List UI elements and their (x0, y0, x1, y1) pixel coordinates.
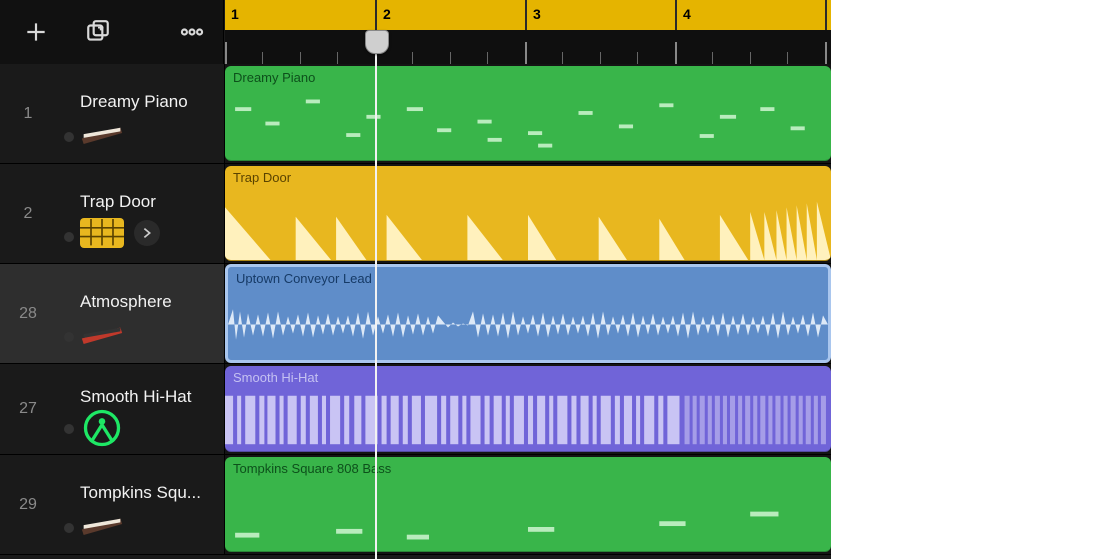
track-number: 1 (24, 105, 33, 123)
track-name: Smooth Hi-Hat (80, 387, 220, 407)
keyboard-red-icon (80, 318, 124, 348)
track-header[interactable]: 28 Atmosphere (0, 264, 224, 364)
track-name: Trap Door (80, 192, 220, 212)
keyboard-piano-icon (80, 118, 124, 148)
bar-marker[interactable]: 1 (225, 0, 375, 30)
drum-green-icon (80, 413, 124, 443)
region-label: Smooth Hi-Hat (233, 370, 318, 385)
bar-number: 2 (383, 6, 391, 22)
arrange-area[interactable]: Dreamy Piano (225, 64, 831, 559)
track-disclosure-button[interactable] (134, 220, 160, 246)
bar-ruler[interactable]: 1 2 3 4 (225, 0, 831, 32)
automation-dot[interactable] (64, 332, 74, 342)
track-header[interactable]: 1 Dreamy Piano (0, 64, 224, 164)
audio-region[interactable]: Uptown Conveyor Lead (225, 264, 831, 363)
playhead-knob[interactable] (365, 30, 389, 54)
automation-dot[interactable] (64, 132, 74, 142)
grid-yellow-icon (80, 218, 124, 248)
blank-area (831, 0, 1107, 559)
bar-marker[interactable]: 3 (525, 0, 675, 30)
track-name: Dreamy Piano (80, 92, 220, 112)
bar-marker[interactable]: 4 (675, 0, 825, 30)
bar-marker[interactable]: 2 (375, 0, 525, 30)
track-name: Atmosphere (80, 292, 220, 312)
track-number: 28 (19, 305, 37, 323)
track-headers: 1 Dreamy Piano 2 Trap Door (0, 64, 225, 555)
playhead[interactable] (375, 30, 377, 559)
track-toolbar (0, 0, 224, 64)
track-number: 27 (19, 400, 37, 418)
duplicate-track-button[interactable] (82, 16, 114, 48)
automation-dot[interactable] (64, 232, 74, 242)
track-number: 29 (19, 496, 37, 514)
midi-region[interactable]: Tompkins Square 808 Bass (225, 457, 831, 552)
midi-region[interactable]: Dreamy Piano (225, 66, 831, 161)
track-name: Tompkins Squ... (80, 483, 220, 503)
track-number: 2 (24, 205, 33, 223)
add-track-button[interactable] (20, 16, 52, 48)
region-label: Trap Door (233, 170, 291, 185)
track-header[interactable]: 27 Smooth Hi-Hat (0, 364, 224, 455)
bar-number: 1 (231, 6, 239, 22)
region-label: Tompkins Square 808 Bass (233, 461, 391, 476)
track-header[interactable]: 2 Trap Door (0, 164, 224, 264)
region-label: Dreamy Piano (233, 70, 315, 85)
bar-number: 3 (533, 6, 541, 22)
beat-ruler[interactable] (225, 30, 831, 65)
bar-number: 4 (683, 6, 691, 22)
automation-dot[interactable] (64, 424, 74, 434)
region-label: Uptown Conveyor Lead (236, 271, 372, 286)
midi-region[interactable]: Trap Door (225, 166, 831, 261)
midi-region[interactable]: Smooth Hi-Hat (225, 366, 831, 452)
keyboard-piano-icon (80, 509, 124, 539)
more-options-button[interactable] (176, 16, 208, 48)
track-header[interactable]: 29 Tompkins Squ... (0, 455, 224, 555)
automation-dot[interactable] (64, 523, 74, 533)
